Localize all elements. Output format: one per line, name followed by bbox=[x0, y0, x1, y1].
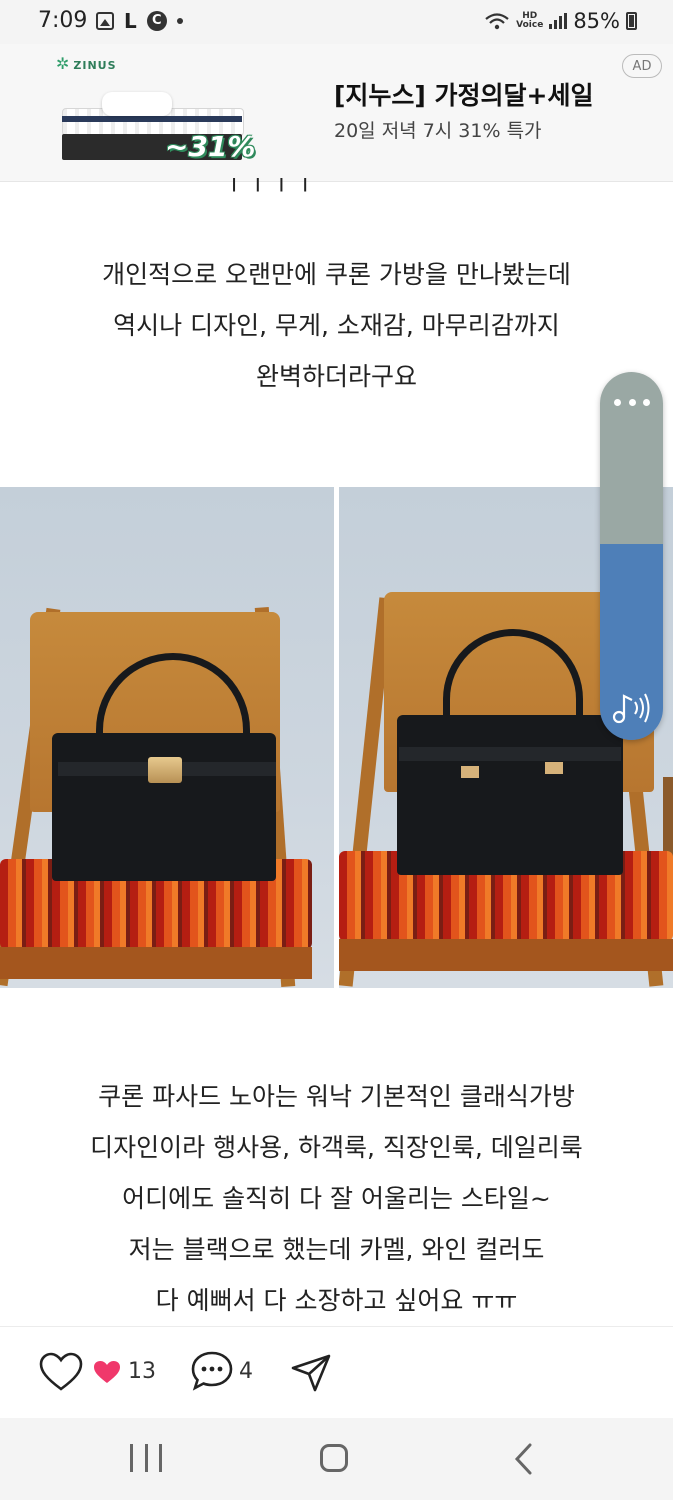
ad-discount: ~31% bbox=[165, 130, 256, 163]
status-bar: 7:09 L C HD Voice 85% bbox=[0, 0, 673, 44]
paragraph-line: 저는 블랙으로 했는데 카멜, 와인 컬러도 bbox=[128, 1235, 545, 1264]
l-app-icon: L bbox=[124, 9, 137, 33]
paragraph-line: 역시나 디자인, 무게, 소재감, 마무리감까지 bbox=[113, 311, 560, 340]
paragraph-line: 다 예뻐서 다 소장하고 싶어요 ㅠㅠ bbox=[155, 1286, 518, 1315]
ad-badge[interactable]: AD bbox=[622, 54, 662, 78]
ad-banner[interactable]: ✲ ZINUS ~31% [지누스] 가정의달+세일 20일 저녁 7시 31% … bbox=[0, 44, 673, 182]
bag-photo-front[interactable] bbox=[0, 487, 334, 988]
action-bar: 13 4 bbox=[0, 1326, 673, 1419]
back-icon[interactable] bbox=[512, 1442, 534, 1476]
heart-outline-icon[interactable] bbox=[38, 1351, 84, 1393]
music-note-sound-icon[interactable] bbox=[610, 690, 652, 726]
zinus-leaf-icon: ✲ bbox=[56, 54, 71, 73]
c-app-icon: C bbox=[146, 11, 167, 31]
ad-brand-logo: ✲ ZINUS bbox=[56, 54, 117, 73]
battery-percent: 85% bbox=[573, 9, 620, 33]
battery-icon bbox=[626, 12, 637, 30]
gallery-icon bbox=[96, 12, 114, 30]
paragraph-line: 쿠론 파사드 노아는 워낙 기본적인 클래식가방 bbox=[98, 1082, 575, 1111]
paragraph-line: 개인적으로 오랜만에 쿠론 가방을 만나봤는데 bbox=[102, 260, 571, 289]
like-count: 13 bbox=[128, 1359, 156, 1384]
system-nav-bar bbox=[0, 1418, 673, 1500]
home-icon[interactable] bbox=[320, 1444, 348, 1472]
audio-widget-top[interactable] bbox=[600, 372, 663, 544]
article-paragraph-1: 개인적으로 오랜만에 쿠론 가방을 만나봤는데 역시나 디자인, 무게, 소재감… bbox=[0, 249, 673, 402]
voice-label: Voice bbox=[516, 20, 544, 30]
ad-subtitle: 20일 저녁 7시 31% 특가 bbox=[334, 120, 542, 142]
ad-title[interactable]: [지누스] 가정의달+세일 bbox=[334, 76, 594, 112]
status-notifications: L C bbox=[96, 11, 183, 31]
dot-icon bbox=[176, 18, 183, 24]
paragraph-line: 완벽하더라구요 bbox=[255, 362, 417, 391]
status-time: 7:09 bbox=[38, 8, 88, 33]
ad-brand-text: ZINUS bbox=[73, 59, 117, 72]
status-system-icons: HD Voice 85% bbox=[484, 9, 637, 33]
heart-filled-icon bbox=[94, 1361, 120, 1383]
more-dots-icon[interactable] bbox=[614, 395, 650, 409]
recents-icon[interactable] bbox=[130, 1444, 162, 1474]
hd-voice-icon: HD Voice bbox=[516, 12, 543, 30]
signal-icon bbox=[549, 13, 568, 29]
audio-widget[interactable] bbox=[600, 372, 663, 740]
comment-bubble-icon[interactable] bbox=[190, 1350, 234, 1392]
paragraph-line: 디자인이라 행사용, 하객룩, 직장인룩, 데일리룩 bbox=[90, 1133, 583, 1162]
article-paragraph-2: 쿠론 파사드 노아는 워낙 기본적인 클래식가방 디자인이라 행사용, 하객룩,… bbox=[0, 1071, 673, 1326]
paragraph-line: 어디에도 솔직히 다 잘 어울리는 스타일~ bbox=[122, 1184, 551, 1213]
cut-off-text-line: | | | | bbox=[230, 178, 314, 192]
wifi-icon bbox=[485, 13, 509, 30]
send-icon[interactable] bbox=[289, 1352, 333, 1394]
comment-count: 4 bbox=[239, 1359, 253, 1384]
